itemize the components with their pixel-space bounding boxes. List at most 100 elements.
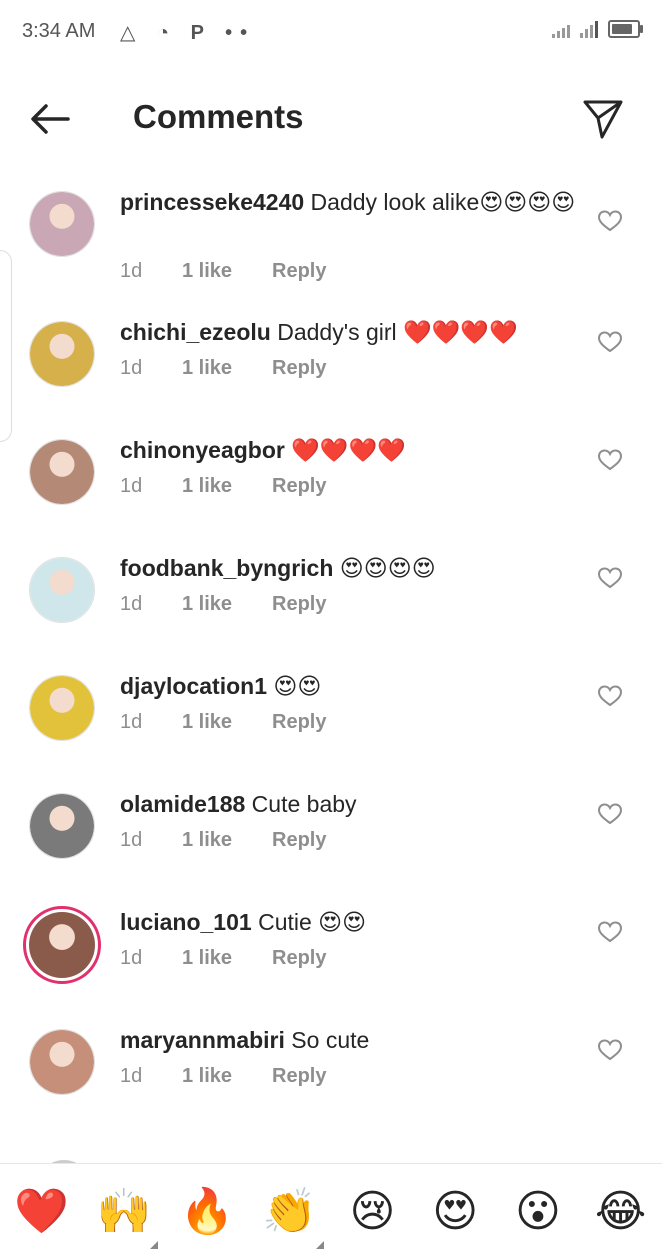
comment-username[interactable]: luciano_101 — [120, 909, 252, 935]
comment-time: 1d — [120, 475, 143, 497]
avatar-with-story[interactable] — [23, 906, 101, 984]
emoji-glyph: 😢 — [349, 1185, 396, 1237]
red-heart-emoji-button[interactable]: ❤️ — [11, 1181, 71, 1241]
like-comment-button[interactable] — [597, 209, 623, 233]
avatar[interactable] — [29, 675, 95, 741]
reply-button[interactable]: Reply — [272, 593, 326, 616]
comment-username[interactable]: foodbank_byngrich — [120, 555, 333, 581]
comment-username[interactable]: chinonyeagbor — [120, 437, 285, 463]
like-comment-button[interactable] — [597, 566, 623, 590]
like-comment-button[interactable] — [597, 802, 623, 826]
reply-button[interactable]: Reply — [272, 947, 326, 970]
reply-button[interactable]: Reply — [272, 829, 326, 852]
reply-button[interactable]: Reply — [272, 357, 326, 380]
like-comment-button[interactable] — [597, 448, 623, 472]
comment-body: So cute — [284, 1027, 370, 1053]
emoji-glyph: 😍 — [432, 1185, 479, 1237]
paper-plane-icon — [583, 100, 623, 139]
avatar[interactable] — [29, 1029, 95, 1095]
comment-likes[interactable]: 1 like — [182, 711, 272, 734]
comment-text: chichi_ezeolu Daddy's girl ❤️❤️❤️❤️ — [120, 316, 590, 350]
heart-outline-icon — [597, 921, 623, 943]
clapping-hands-emoji-button[interactable]: 👏 — [260, 1181, 324, 1249]
like-comment-button[interactable] — [597, 1038, 623, 1062]
comment-likes[interactable]: 1 like — [182, 260, 272, 283]
comment-meta: 1d 1 like Reply — [120, 593, 326, 616]
comment-body: Daddy look alike — [304, 189, 480, 215]
emoji-glyph: 🙌 — [96, 1186, 152, 1237]
comment-text: djaylocation1 😍😍 — [120, 670, 590, 704]
comment-text: olamide188 Cute baby — [120, 788, 590, 822]
comment-likes[interactable]: 1 like — [182, 593, 272, 616]
heart-eyes-emoji-button[interactable]: 😍 — [425, 1181, 485, 1241]
avatar[interactable] — [29, 439, 95, 505]
fire-emoji-button[interactable]: 🔥 — [177, 1181, 237, 1241]
comment-username[interactable]: djaylocation1 — [120, 673, 267, 699]
comment-time: 1d — [120, 260, 143, 282]
page-title: Comments — [133, 98, 304, 135]
heart-outline-icon — [597, 449, 623, 471]
signal-icon — [552, 20, 570, 38]
notification-icons: △ ◔ P •• — [120, 22, 256, 44]
comment-likes[interactable]: 1 like — [182, 829, 272, 852]
comment-body: Cutie — [251, 909, 319, 935]
emoji-glyph: 😮 — [514, 1185, 561, 1237]
comment-emojis: ❤️❤️❤️❤️ — [291, 438, 406, 464]
share-button[interactable] — [580, 96, 626, 142]
reply-button[interactable]: Reply — [272, 475, 326, 498]
reply-button[interactable]: Reply — [272, 1065, 326, 1088]
comment-username[interactable]: olamide188 — [120, 791, 245, 817]
raised-hands-emoji-button[interactable]: 🙌 — [94, 1181, 159, 1249]
tears-of-joy-emoji-button[interactable]: 😂 — [591, 1181, 651, 1241]
comment-text: chinonyeagbor ❤️❤️❤️❤️ — [120, 434, 590, 468]
like-comment-button[interactable] — [597, 920, 623, 944]
signal-icon-2 — [580, 20, 598, 38]
crying-face-emoji-button[interactable]: 😢 — [342, 1181, 402, 1241]
comment-likes[interactable]: 1 like — [182, 947, 272, 970]
like-comment-button[interactable] — [597, 330, 623, 354]
comment-username[interactable]: maryannmabiri — [120, 1027, 285, 1053]
emoji-quick-bar: ❤️ 🙌 🔥 👏 😢 😍 😮 😂 — [0, 1163, 662, 1258]
header: Comments — [0, 70, 662, 166]
skin-tone-indicator-icon — [315, 1241, 324, 1249]
heart-outline-icon — [597, 685, 623, 707]
comment-emojis: 😍😍 — [318, 910, 367, 936]
comment-text: maryannmabiri So cute — [120, 1024, 590, 1058]
comment-username[interactable]: chichi_ezeolu — [120, 319, 271, 345]
comment-body: Cute baby — [245, 791, 357, 817]
heart-outline-icon — [597, 567, 623, 589]
avatar[interactable] — [29, 321, 95, 387]
avatar[interactable] — [29, 191, 95, 257]
reply-button[interactable]: Reply — [272, 260, 326, 283]
avatar[interactable] — [29, 557, 95, 623]
comment-time: 1d — [120, 593, 143, 615]
comment-time: 1d — [120, 947, 143, 969]
avatar[interactable] — [29, 793, 95, 859]
comment-likes[interactable]: 1 like — [182, 475, 272, 498]
status-right-icons — [552, 20, 643, 38]
back-button[interactable] — [28, 96, 74, 142]
emoji-glyph: 🔥 — [179, 1186, 235, 1237]
side-panel-edge — [0, 250, 12, 442]
emoji-glyph: 👏 — [262, 1186, 318, 1237]
comment-time: 1d — [120, 1065, 143, 1087]
comment-meta: 1d 1 like Reply — [120, 1065, 326, 1088]
comment-meta: 1d 1 like Reply — [120, 947, 326, 970]
surprised-face-emoji-button[interactable]: 😮 — [508, 1181, 568, 1241]
comment-meta: 1d 1 like Reply — [120, 829, 326, 852]
comment-text: foodbank_byngrich 😍😍😍😍 — [120, 552, 590, 586]
comment-likes[interactable]: 1 like — [182, 357, 272, 380]
heart-outline-icon — [597, 803, 623, 825]
status-time: 3:34 AM — [22, 20, 96, 42]
battery-icon — [608, 20, 643, 38]
comment-likes[interactable]: 1 like — [182, 1065, 272, 1088]
like-comment-button[interactable] — [597, 684, 623, 708]
comment-emojis: 😍😍😍😍 — [339, 556, 436, 582]
comment-time: 1d — [120, 711, 143, 733]
arrow-left-icon — [31, 104, 70, 134]
skin-tone-indicator-icon — [150, 1241, 159, 1249]
comment-username[interactable]: princesseke4240 — [120, 189, 304, 215]
reply-button[interactable]: Reply — [272, 711, 326, 734]
emoji-glyph: ❤️ — [13, 1186, 69, 1237]
heart-outline-icon — [597, 331, 623, 353]
